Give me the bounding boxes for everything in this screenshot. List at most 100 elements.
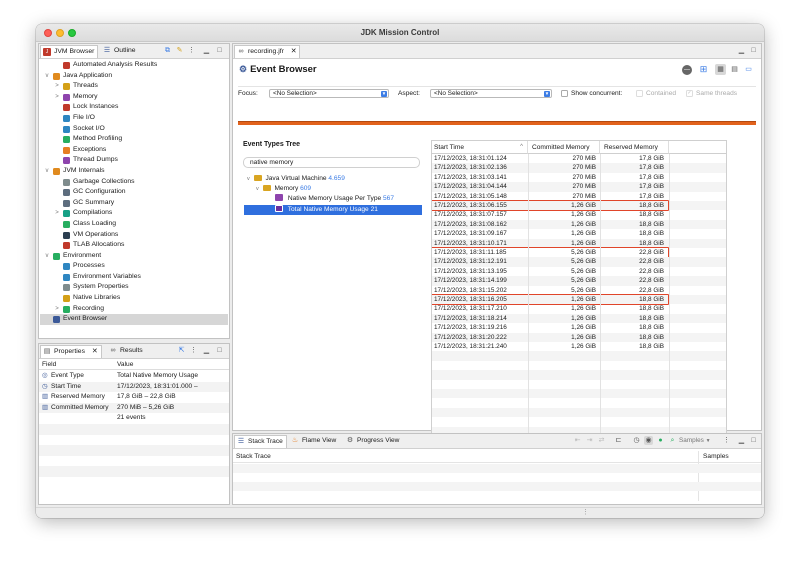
sidebar-item-file-i-o[interactable]: File I/O	[40, 113, 228, 124]
table-row[interactable]: 17/12/2023, 18:31:21.240 1,26 GiB 18,8 GiB	[432, 342, 726, 351]
sidebar-item-automated-analysis-results[interactable]: Automated Analysis Results	[40, 60, 228, 71]
sidebar-item-vm-operations[interactable]: VM Operations	[40, 230, 228, 241]
sidebar-item-jvm-internals[interactable]: v JVM Internals	[40, 166, 228, 177]
table-row[interactable]: 17/12/2023, 18:31:07.157 1,26 GiB 18,8 GiB	[432, 210, 726, 219]
sidebar-item-exceptions[interactable]: Exceptions	[40, 145, 228, 156]
new-window-icon[interactable]: ⇱	[177, 346, 186, 355]
connect-icon[interactable]: ⧉	[163, 46, 172, 55]
minimize-view-icon[interactable]: ▁	[202, 46, 211, 55]
sidebar-item-gc-configuration[interactable]: GC Configuration	[40, 187, 228, 198]
samples-column-header[interactable]: Samples	[703, 451, 729, 463]
same-threads-checkbox[interactable]: ✓	[686, 90, 693, 97]
tab-recording[interactable]: ∞ recording.jfr ✕	[234, 45, 301, 58]
zoom-window-button[interactable]	[68, 29, 76, 37]
sidebar-item-method-profiling[interactable]: Method Profiling	[40, 134, 228, 145]
sidebar-item-java-application[interactable]: v Java Application	[40, 71, 228, 82]
property-row[interactable]: ◷ Start Time 17/12/2023, 18:31:01.000 –	[39, 381, 229, 393]
property-row[interactable]: ▥ Committed Memory 270 MiB – 5,26 GiB	[39, 402, 229, 414]
table-row[interactable]: 17/12/2023, 18:31:16.205 1,26 GiB 18,8 GiB	[432, 294, 726, 306]
chevron-down-icon[interactable]: v	[44, 166, 50, 177]
group-icon[interactable]: ⇄	[597, 436, 606, 445]
column-header-reserved-memory[interactable]: Reserved Memory	[600, 141, 669, 154]
tab-properties[interactable]: ▤ Properties ✕	[40, 345, 102, 358]
chevron-right-icon[interactable]: >	[54, 92, 60, 103]
property-row[interactable]: ◎ Event Type Total Native Memory Usage	[39, 371, 229, 382]
expand-icon[interactable]: ⇥	[585, 436, 594, 445]
grid-layout-icon[interactable]: ▦	[715, 64, 726, 75]
sidebar-item-native-libraries[interactable]: Native Libraries	[40, 293, 228, 304]
table-row[interactable]: 17/12/2023, 18:31:08.162 1,26 GiB 18,8 GiB	[432, 219, 726, 230]
tab-results[interactable]: ∞ Results	[107, 345, 146, 358]
table-row[interactable]: 17/12/2023, 18:31:17.210 1,26 GiB 18,8 GiB	[432, 304, 726, 313]
close-tab-icon[interactable]: ✕	[92, 348, 98, 355]
table-row[interactable]: 17/12/2023, 18:31:04.144 270 MiB 17,8 GiB	[432, 182, 726, 192]
tree-node-native-memory-usage-per-type[interactable]: Native Memory Usage Per Type 567	[275, 194, 394, 204]
close-window-button[interactable]	[44, 29, 52, 37]
sidebar-item-compilations[interactable]: > Compilations	[40, 208, 228, 219]
property-row[interactable]: ▥ Reserved Memory 17,8 GiB – 22,8 GiB	[39, 392, 229, 403]
stack-trace-column-header[interactable]: Stack Trace	[236, 451, 271, 463]
property-row[interactable]: 21 events	[39, 413, 229, 424]
chevron-right-icon[interactable]: >	[54, 304, 60, 315]
tree-node-memory[interactable]: v Memory 609	[256, 184, 311, 194]
sidebar-item-thread-dumps[interactable]: Thread Dumps	[40, 155, 228, 166]
maximize-view-icon[interactable]: □	[215, 46, 224, 55]
sidebar-item-socket-i-o[interactable]: Socket I/O	[40, 124, 228, 135]
chevron-right-icon[interactable]: >	[54, 81, 60, 92]
panel-layout-icon[interactable]: ▭	[744, 65, 753, 74]
chevron-down-icon[interactable]: v	[44, 71, 50, 82]
focus-combo[interactable]: <No Selection> ▼	[269, 89, 389, 98]
chevron-down-icon[interactable]: v	[44, 251, 50, 262]
samples-button[interactable]: Samples ▼	[679, 436, 711, 446]
column-header-start-time[interactable]: Start Time ^	[432, 141, 528, 154]
column-header-committed-memory[interactable]: Committed Memory	[528, 141, 600, 154]
table-row[interactable]: 17/12/2023, 18:31:20.222 1,26 GiB 18,8 GiB	[432, 332, 726, 342]
sidebar-item-system-properties[interactable]: System Properties	[40, 282, 228, 293]
table-row[interactable]: 17/12/2023, 18:31:06.155 1,26 GiB 18,8 GiB	[432, 200, 726, 212]
tab-flame-view[interactable]: ♨ Flame View	[289, 435, 339, 448]
search-icon[interactable]: ⌕	[668, 436, 677, 445]
tab-outline[interactable]: ☰ Outline	[101, 45, 139, 58]
maximize-view-icon[interactable]: □	[215, 346, 224, 355]
sidebar-item-event-browser[interactable]: Event Browser	[40, 314, 228, 325]
table-row[interactable]: 17/12/2023, 18:31:13.195 5,26 GiB 22,8 GiB	[432, 267, 726, 276]
tree-node-java-virtual-machine[interactable]: v Java Virtual Machine 4.659	[247, 174, 345, 184]
tab-jvm-browser[interactable]: J JVM Browser	[40, 45, 99, 58]
view-menu-icon[interactable]: ⋮	[722, 436, 731, 445]
clock-icon[interactable]: ◷	[632, 436, 641, 445]
view-menu-icon[interactable]: ⋮	[187, 46, 196, 55]
view-menu-icon[interactable]: ⋮	[189, 346, 198, 355]
sidebar-item-environment-variables[interactable]: Environment Variables	[40, 272, 228, 283]
list-layout-icon[interactable]: ▤	[730, 65, 739, 74]
method-icon[interactable]: ●	[656, 436, 665, 445]
show-concurrent-checkbox[interactable]	[561, 90, 568, 97]
table-row[interactable]: 17/12/2023, 18:31:03.141 270 MiB 17,8 GiB	[432, 173, 726, 182]
sidebar-item-threads[interactable]: > Threads	[40, 81, 228, 92]
tab-stack-trace[interactable]: ☰ Stack Trace	[234, 435, 287, 448]
stop-icon[interactable]: —	[682, 65, 692, 75]
maximize-view-icon[interactable]: □	[749, 436, 758, 445]
tree-view-icon[interactable]: ⊏	[614, 436, 623, 445]
chevron-right-icon[interactable]: >	[54, 208, 60, 219]
sidebar-item-environment[interactable]: v Environment	[40, 251, 228, 262]
event-types-filter-input[interactable]: native memory	[243, 157, 420, 168]
sidebar-item-gc-summary[interactable]: GC Summary	[40, 198, 228, 209]
distinguish-icon[interactable]: ◉	[644, 436, 653, 445]
minimize-view-icon[interactable]: ▁	[737, 46, 746, 55]
status-bar-handle-icon[interactable]: ⋮	[582, 508, 589, 518]
table-row[interactable]: 17/12/2023, 18:31:19.216 1,26 GiB 18,8 GiB	[432, 323, 726, 332]
sidebar-item-garbage-collections[interactable]: Garbage Collections	[40, 177, 228, 188]
table-row[interactable]: 17/12/2023, 18:31:14.199 5,26 GiB 22,8 GiB	[432, 276, 726, 286]
sidebar-item-recording[interactable]: > Recording	[40, 304, 228, 315]
contained-checkbox[interactable]	[636, 90, 643, 97]
minimize-view-icon[interactable]: ▁	[737, 436, 746, 445]
aspect-combo[interactable]: <No Selection> ▼	[430, 89, 552, 98]
table-row[interactable]: 17/12/2023, 18:31:11.185 5,26 GiB 22,8 GiB	[432, 247, 726, 259]
table-row[interactable]: 17/12/2023, 18:31:12.191 5,26 GiB 22,8 GiB	[432, 257, 726, 267]
table-row[interactable]: 17/12/2023, 18:31:02.136 270 MiB 17,8 GiB	[432, 163, 726, 173]
sidebar-item-class-loading[interactable]: Class Loading	[40, 219, 228, 230]
sidebar-item-processes[interactable]: Processes	[40, 261, 228, 272]
tree-node-total-native-memory-usage[interactable]: Total Native Memory Usage 21	[244, 205, 422, 215]
tab-progress-view[interactable]: ⚙ Progress View	[344, 435, 402, 448]
sidebar-item-tlab-allocations[interactable]: TLAB Allocations	[40, 240, 228, 251]
